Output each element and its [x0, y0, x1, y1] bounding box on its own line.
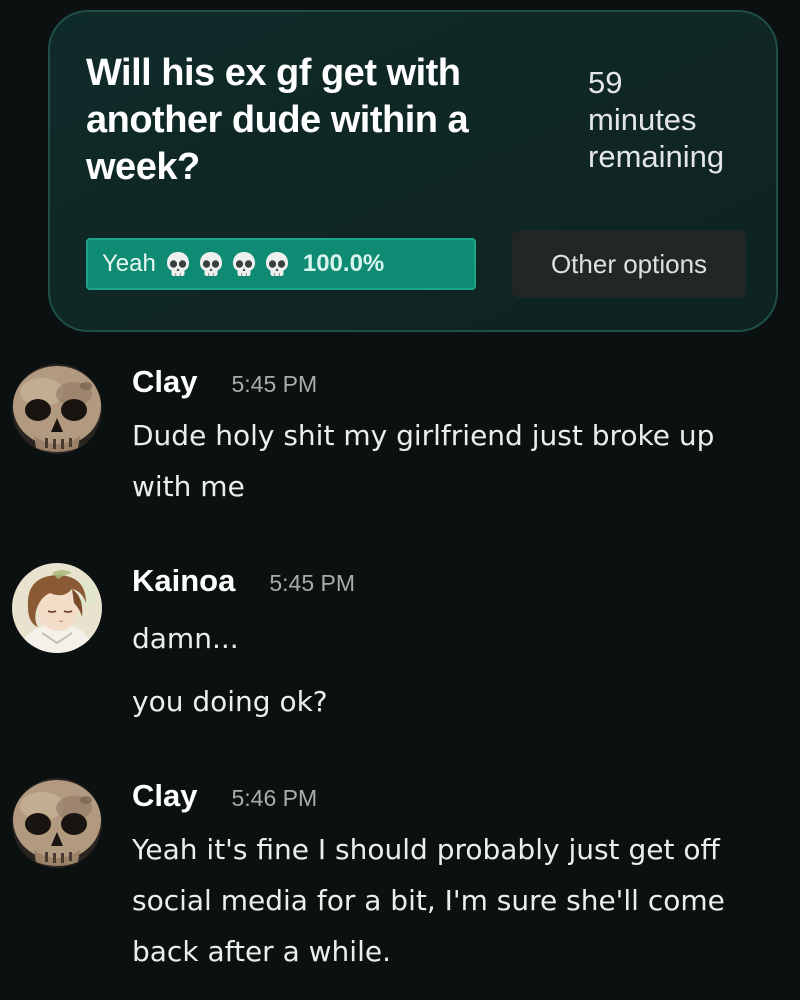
message-text: you doing ok?: [132, 685, 328, 718]
avatar[interactable]: [12, 778, 102, 868]
message-timestamp: 5:45 PM: [231, 371, 318, 397]
poll-timer-unit: minutes: [588, 102, 697, 137]
other-options-button[interactable]: Other options: [512, 230, 746, 298]
skull-emoji-icon: [164, 250, 192, 278]
skull-avatar-icon: [12, 778, 102, 868]
poll-timer-suffix: remaining: [588, 139, 725, 174]
message-header: Clay 5:46 PM: [132, 778, 317, 818]
message-header: Kainoa 5:45 PM: [132, 563, 355, 603]
author-name[interactable]: Kainoa: [132, 563, 235, 599]
poll-option-yeah[interactable]: Yeah 100.0%: [86, 238, 476, 290]
skull-emoji-icon: [197, 250, 225, 278]
message-text: damn...: [132, 622, 239, 655]
skull-emoji-icon: [230, 250, 258, 278]
poll-time-remaining: 59 minutes remaining: [588, 64, 768, 175]
avatar[interactable]: [12, 364, 102, 454]
skull-emoji-icon: [263, 250, 291, 278]
poll-option-label: Yeah: [102, 250, 156, 277]
poll-option-emojis: [164, 250, 291, 278]
poll-card: Will his ex gf get with another dude wit…: [48, 10, 778, 332]
author-name[interactable]: Clay: [132, 364, 197, 400]
message-timestamp: 5:46 PM: [231, 785, 318, 811]
message-text: Yeah it's fine I should probably just ge…: [132, 833, 725, 968]
author-name[interactable]: Clay: [132, 778, 197, 814]
message-text: Dude holy shit my girlfriend just broke …: [132, 419, 715, 503]
anime-boy-avatar-icon: [12, 563, 102, 653]
poll-timer-value: 59: [588, 65, 623, 100]
chat-page: Will his ex gf get with another dude wit…: [0, 0, 800, 1000]
avatar[interactable]: [12, 563, 102, 653]
skull-avatar-icon: [12, 364, 102, 454]
poll-question: Will his ex gf get with another dude wit…: [86, 52, 469, 188]
poll-option-percent: 100.0%: [302, 250, 385, 277]
message-timestamp: 5:45 PM: [269, 570, 356, 596]
message-header: Clay 5:45 PM: [132, 364, 317, 404]
